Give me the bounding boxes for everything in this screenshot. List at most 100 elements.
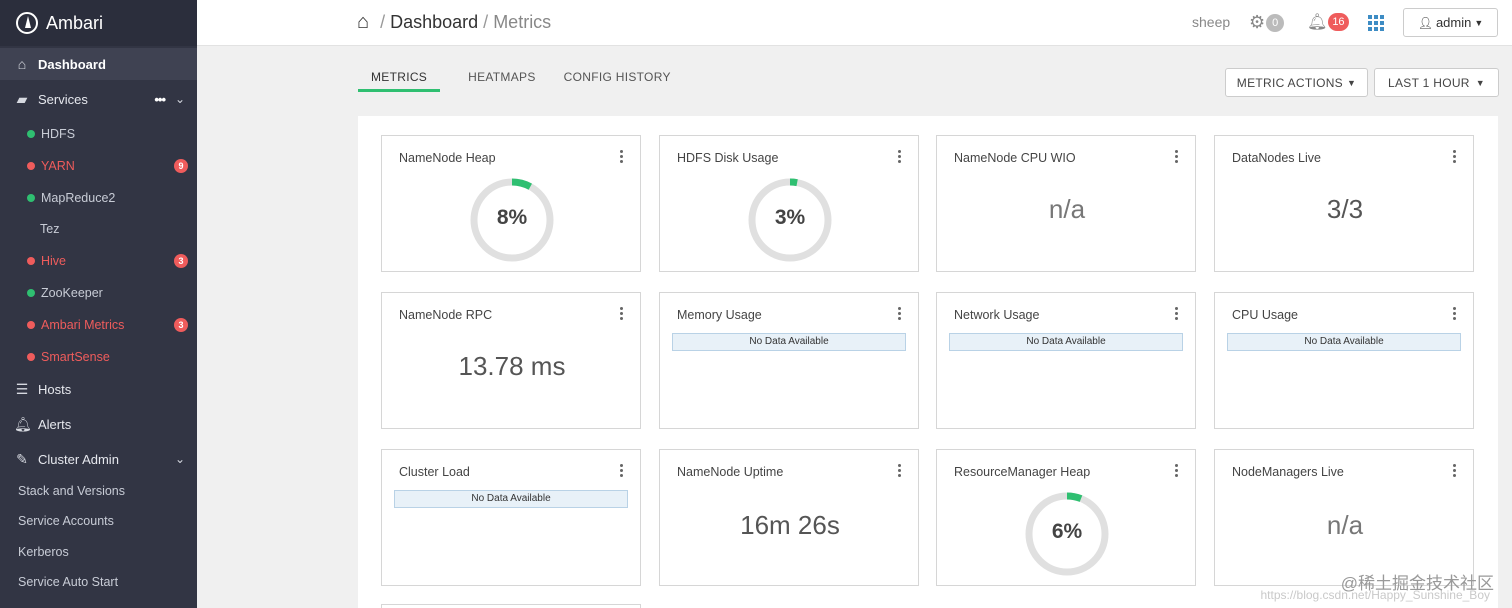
service-item[interactable]: Hive 3 bbox=[0, 253, 197, 269]
ops-count-badge: 0 bbox=[1266, 13, 1285, 32]
brand-name: Ambari bbox=[46, 12, 104, 33]
nav-cluster-admin-label: Cluster Admin bbox=[38, 451, 119, 467]
server-icon: ☰ bbox=[15, 380, 29, 397]
widget-title: NameNode CPU WIO bbox=[954, 151, 1076, 165]
metric-widget[interactable]: NameNode CPU WIO n/a bbox=[936, 135, 1196, 272]
admin-item-service-accounts[interactable]: Service Accounts bbox=[18, 514, 114, 528]
views-grid-icon[interactable] bbox=[1368, 15, 1386, 31]
service-name: SmartSense bbox=[41, 350, 110, 364]
donut-chart: 3% bbox=[746, 176, 834, 264]
service-name: Ambari Metrics bbox=[41, 318, 125, 332]
nav-alerts[interactable]: 🔔︎ Alerts bbox=[0, 409, 197, 439]
breadcrumb-current: Metrics bbox=[493, 12, 552, 32]
kebab-menu-icon[interactable] bbox=[1453, 150, 1457, 165]
caret-down-icon: ▼ bbox=[1475, 77, 1485, 88]
kebab-menu-icon[interactable] bbox=[1175, 150, 1179, 165]
background-ops[interactable]: ⚙ 0 bbox=[1249, 12, 1285, 33]
more-icon[interactable]: ••• bbox=[154, 92, 166, 107]
widget-value: n/a bbox=[1048, 194, 1086, 224]
service-item[interactable]: ZooKeeper bbox=[0, 285, 197, 301]
nav-dashboard[interactable]: ⌂ Dashboard bbox=[0, 48, 197, 80]
metric-widget[interactable]: CPU Usage No Data Available bbox=[1214, 292, 1474, 429]
admin-item-kerberos[interactable]: Kerberos bbox=[18, 545, 69, 559]
tab-heatmaps[interactable]: HEATMAPS bbox=[468, 70, 536, 92]
service-name: ZooKeeper bbox=[41, 286, 103, 300]
ambari-logo-icon bbox=[16, 12, 38, 34]
kebab-menu-icon[interactable] bbox=[620, 464, 624, 479]
metric-widget[interactable]: Memory Usage No Data Available bbox=[659, 292, 919, 429]
donut-chart: 8% bbox=[468, 176, 556, 264]
service-item[interactable]: Ambari Metrics 3 bbox=[0, 317, 197, 333]
metric-actions-button[interactable]: METRIC ACTIONS ▼ bbox=[1225, 68, 1368, 97]
nav-alerts-label: Alerts bbox=[38, 416, 72, 432]
metric-widget[interactable]: DataNodes Live 3/3 bbox=[1214, 135, 1474, 272]
alerts-count-badge: 16 bbox=[1328, 13, 1349, 31]
kebab-menu-icon[interactable] bbox=[620, 307, 624, 322]
nav-dashboard-label: Dashboard bbox=[38, 56, 106, 72]
alerts-button[interactable]: 🔔︎ 16 bbox=[1307, 12, 1349, 32]
status-dot-icon bbox=[27, 257, 35, 265]
metric-widget[interactable]: ResourceManager Heap 6% bbox=[936, 449, 1196, 586]
widget-title: NameNode Heap bbox=[399, 151, 496, 165]
chevron-down-icon[interactable]: ⌄ bbox=[175, 92, 185, 106]
metric-widget[interactable]: NameNode RPC 13.78 ms bbox=[381, 292, 641, 429]
watermark: @稀土掘金技术社区 bbox=[1340, 574, 1494, 593]
widget-title: Memory Usage bbox=[677, 308, 762, 322]
bell-icon: 🔔︎ bbox=[14, 415, 32, 432]
service-item[interactable]: HDFS bbox=[0, 126, 197, 142]
chevron-down-icon[interactable]: ⌄ bbox=[175, 452, 185, 466]
admin-item-stack-versions[interactable]: Stack and Versions bbox=[18, 484, 125, 498]
donut-chart: 6% bbox=[1023, 490, 1111, 578]
metric-widget[interactable]: Network Usage No Data Available bbox=[936, 292, 1196, 429]
kebab-menu-icon[interactable] bbox=[898, 150, 902, 165]
user-menu-button[interactable]: 👤︎ admin ▼ bbox=[1403, 8, 1498, 37]
widget-title: HDFS Disk Usage bbox=[677, 151, 779, 165]
top-bar: ⌂ / Dashboard / Metrics sheep ⚙ 0 🔔︎ 16 … bbox=[197, 0, 1512, 46]
kebab-menu-icon[interactable] bbox=[1453, 464, 1457, 479]
metric-widget[interactable]: NameNode Heap 8% bbox=[381, 135, 641, 272]
metric-widget[interactable]: NameNode Uptime 16m 26s bbox=[659, 449, 919, 586]
widget-title: ResourceManager Heap bbox=[954, 465, 1091, 479]
tab-metrics[interactable]: METRICS bbox=[358, 70, 441, 92]
breadcrumb: ⌂ / Dashboard / Metrics bbox=[357, 11, 551, 34]
kebab-menu-icon[interactable] bbox=[898, 307, 902, 322]
time-range-label: LAST 1 HOUR bbox=[1388, 75, 1470, 90]
service-item[interactable]: MapReduce2 bbox=[0, 190, 197, 206]
widget-title: NodeManagers Live bbox=[1232, 465, 1344, 479]
kebab-menu-icon[interactable] bbox=[898, 464, 902, 479]
metric-widget[interactable]: Cluster Load No Data Available bbox=[381, 449, 641, 586]
kebab-menu-icon[interactable] bbox=[1175, 464, 1179, 479]
kebab-menu-icon[interactable] bbox=[1175, 307, 1179, 322]
donut-percent: 6% bbox=[1051, 520, 1083, 543]
widget-title: Cluster Load bbox=[399, 465, 470, 479]
time-range-button[interactable]: LAST 1 HOUR ▼ bbox=[1374, 68, 1499, 97]
nav-hosts[interactable]: ☰ Hosts bbox=[0, 374, 197, 404]
widget-title: DataNodes Live bbox=[1232, 151, 1321, 165]
widget-partial bbox=[381, 604, 641, 608]
nav-hosts-label: Hosts bbox=[38, 381, 72, 397]
kebab-menu-icon[interactable] bbox=[620, 150, 624, 165]
home-icon[interactable]: ⌂ bbox=[357, 11, 369, 34]
service-item[interactable]: SmartSense bbox=[0, 349, 197, 365]
metric-widget[interactable]: HDFS Disk Usage 3% bbox=[659, 135, 919, 272]
service-name: HDFS bbox=[41, 127, 76, 141]
dashboard-tabs: METRICS HEATMAPS CONFIG HISTORY bbox=[358, 70, 699, 92]
service-item[interactable]: Tez bbox=[0, 221, 197, 237]
kebab-menu-icon[interactable] bbox=[1453, 307, 1457, 322]
status-dot-icon bbox=[27, 130, 35, 138]
donut-percent: 3% bbox=[774, 206, 806, 229]
widget-value: 13.78 ms bbox=[458, 351, 566, 381]
donut-percent: 8% bbox=[496, 206, 528, 229]
nav-services[interactable]: ▰ Services ••• ⌄ bbox=[0, 84, 197, 114]
nav-cluster-admin[interactable]: ✎ Cluster Admin ⌄ bbox=[0, 444, 197, 474]
breadcrumb-dashboard[interactable]: Dashboard bbox=[390, 12, 478, 33]
home-icon: ⌂ bbox=[17, 56, 27, 72]
widget-value: n/a bbox=[1326, 510, 1364, 540]
sidebar: Ambari ⌂ Dashboard ▰ Services ••• ⌄ HDFS… bbox=[0, 0, 197, 608]
admin-item-service-auto-start[interactable]: Service Auto Start bbox=[18, 575, 118, 589]
metric-actions-label: METRIC ACTIONS bbox=[1236, 75, 1343, 90]
tab-config-history[interactable]: CONFIG HISTORY bbox=[564, 70, 671, 92]
service-item[interactable]: YARN 9 bbox=[0, 158, 197, 174]
brand[interactable]: Ambari bbox=[0, 0, 197, 46]
metric-widget[interactable]: NodeManagers Live n/a bbox=[1214, 449, 1474, 586]
